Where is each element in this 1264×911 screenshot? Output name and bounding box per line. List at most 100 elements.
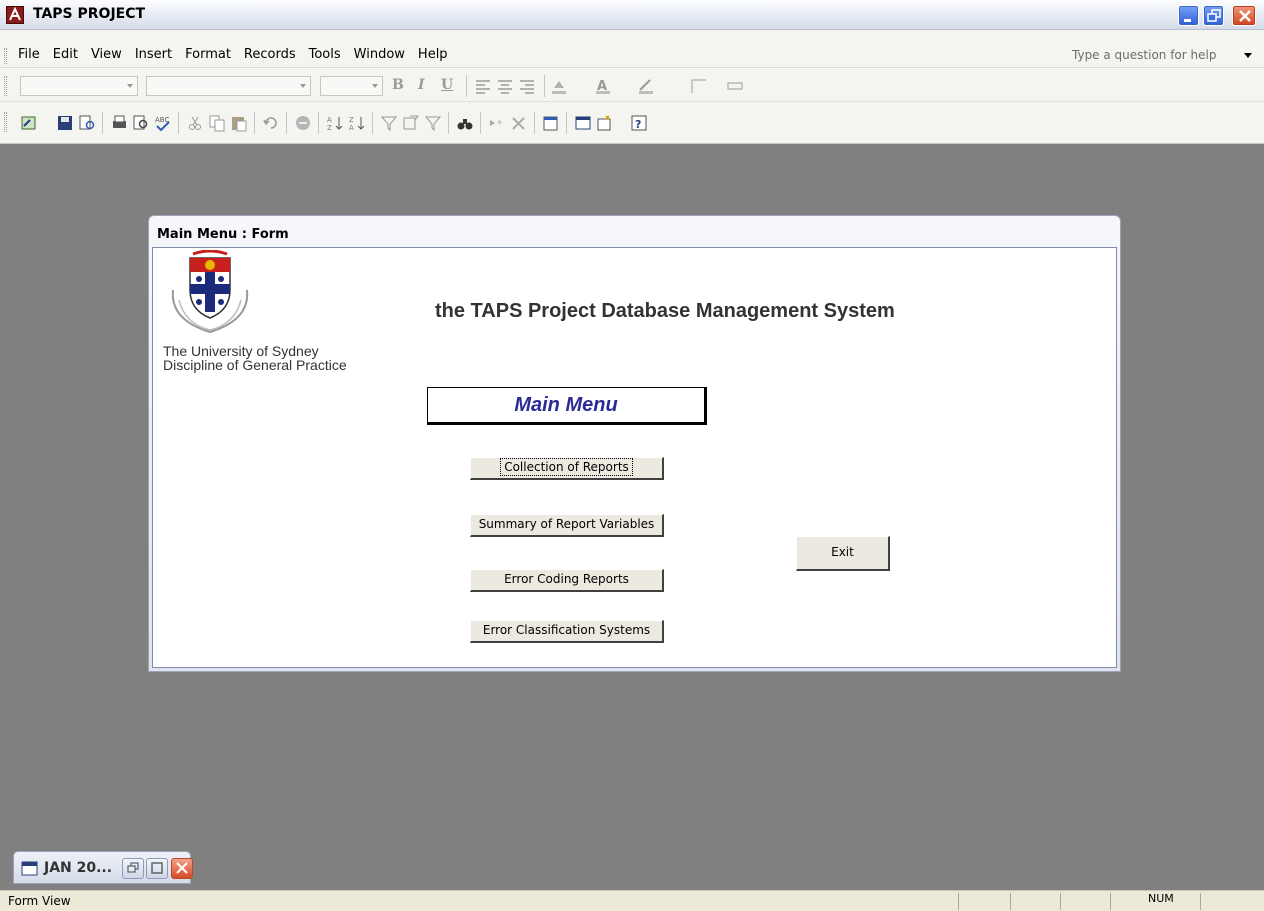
window-title: TAPS PROJECT — [33, 6, 146, 22]
status-divider — [1200, 893, 1201, 910]
cut-icon[interactable] — [186, 114, 204, 132]
database-window-icon[interactable] — [574, 114, 592, 132]
filter-by-selection-icon[interactable] — [380, 114, 398, 132]
menu-edit[interactable]: Edit — [53, 47, 78, 62]
minimize-button[interactable] — [1178, 5, 1199, 26]
status-divider — [1010, 893, 1011, 910]
menubar-grip[interactable] — [4, 48, 7, 64]
status-divider — [958, 893, 959, 910]
chevron-down-icon[interactable] — [123, 77, 137, 95]
restore-button[interactable] — [122, 858, 144, 879]
toolbar-separator — [318, 112, 319, 134]
close-button[interactable] — [1232, 5, 1256, 26]
toolbar-grip[interactable] — [4, 112, 7, 132]
toolbar-grip[interactable] — [4, 76, 7, 96]
num-lock-indicator: NUM — [1148, 892, 1174, 905]
standard-toolbar: ABC AZ ZA * ? — [0, 102, 1264, 144]
border-width-icon[interactable] — [690, 77, 708, 95]
new-object-icon[interactable] — [596, 114, 614, 132]
maximize-button[interactable] — [146, 858, 168, 879]
minimized-database-window[interactable]: JAN 20... — [13, 851, 193, 884]
menubar-background — [0, 30, 1264, 44]
bold-icon[interactable]: B — [392, 77, 404, 93]
line-color-icon[interactable] — [637, 77, 655, 95]
toolbar-separator — [372, 112, 373, 134]
toolbar-separator — [178, 112, 179, 134]
access-app-icon[interactable] — [6, 6, 24, 24]
toolbar-separator — [566, 112, 567, 134]
restore-button[interactable] — [1203, 5, 1224, 26]
align-right-icon[interactable] — [518, 78, 536, 96]
new-record-icon[interactable]: * — [488, 114, 506, 132]
menu-help[interactable]: Help — [418, 47, 448, 62]
toolbar-separator — [480, 112, 481, 134]
chevron-down-icon[interactable] — [368, 77, 382, 95]
summary-of-report-variables-button[interactable]: Summary of Report Variables — [470, 514, 664, 537]
menu-format[interactable]: Format — [185, 47, 231, 62]
special-effect-icon[interactable] — [726, 77, 744, 95]
menu-items: File Edit View Insert Format Records Too… — [18, 47, 461, 62]
print-preview-icon[interactable] — [132, 114, 150, 132]
status-divider — [1110, 893, 1111, 910]
sort-descending-icon[interactable]: ZA — [348, 114, 366, 132]
help-placeholder: Type a question for help — [1072, 48, 1217, 62]
delete-record-icon[interactable] — [510, 114, 528, 132]
discipline-name: Discipline of General Practice — [163, 357, 347, 373]
view-icon[interactable] — [20, 114, 38, 132]
menu-file[interactable]: File — [18, 47, 40, 62]
toolbar-separator — [544, 75, 545, 97]
chevron-down-icon[interactable] — [296, 77, 310, 95]
menu-window[interactable]: Window — [354, 47, 405, 62]
status-bar: Form View NUM — [0, 890, 1264, 911]
form-window-title: Main Menu : Form — [157, 227, 289, 242]
button-label: Error Coding Reports — [504, 572, 629, 586]
menu-tools[interactable]: Tools — [309, 47, 341, 62]
apply-filter-icon[interactable] — [424, 114, 442, 132]
menu-view[interactable]: View — [91, 47, 122, 62]
svg-text:A: A — [327, 116, 332, 124]
properties-icon[interactable] — [542, 114, 560, 132]
minimized-window-title: JAN 20... — [44, 860, 113, 876]
help-dropdown-icon[interactable] — [1244, 53, 1252, 58]
exit-button[interactable]: Exit — [796, 536, 890, 571]
error-coding-reports-button[interactable]: Error Coding Reports — [470, 569, 664, 592]
menu-records[interactable]: Records — [244, 47, 296, 62]
font-color-icon[interactable]: A — [594, 77, 612, 95]
toolbar-separator — [286, 112, 287, 134]
status-mode: Form View — [8, 894, 71, 908]
svg-text:?: ? — [635, 118, 641, 131]
status-divider — [1060, 893, 1061, 910]
italic-icon[interactable]: I — [418, 77, 425, 93]
print-icon[interactable] — [110, 114, 128, 132]
menu-insert[interactable]: Insert — [135, 47, 172, 62]
main-menu-form-window: Main Menu : Form The University of Sydne… — [148, 215, 1121, 672]
save-icon[interactable] — [56, 114, 74, 132]
find-icon[interactable] — [456, 114, 474, 132]
undo-icon[interactable] — [262, 114, 280, 132]
font-combo[interactable] — [146, 76, 311, 96]
university-crest-logo — [171, 250, 249, 334]
filter-by-form-icon[interactable] — [402, 114, 420, 132]
svg-text:Z: Z — [327, 124, 332, 132]
fill-color-icon[interactable] — [550, 77, 568, 95]
paste-icon[interactable] — [230, 114, 248, 132]
help-question-box[interactable]: Type a question for help — [1068, 46, 1256, 66]
underline-icon[interactable]: U — [441, 77, 453, 93]
align-left-icon[interactable] — [474, 78, 492, 96]
spelling-icon[interactable]: ABC — [154, 114, 172, 132]
form-body: The University of Sydney Discipline of G… — [152, 247, 1117, 668]
copy-icon[interactable] — [208, 114, 226, 132]
collection-of-reports-button[interactable]: Collection of Reports — [470, 457, 664, 480]
help-icon[interactable]: ? — [630, 114, 648, 132]
align-center-icon[interactable] — [496, 78, 514, 96]
hyperlink-icon[interactable] — [294, 114, 312, 132]
font-size-combo[interactable] — [320, 76, 383, 96]
toolbar-separator — [466, 75, 467, 97]
error-classification-systems-button[interactable]: Error Classification Systems — [470, 620, 664, 643]
sort-ascending-icon[interactable]: AZ — [326, 114, 344, 132]
file-search-icon[interactable] — [78, 114, 96, 132]
close-button[interactable] — [171, 858, 193, 879]
button-label: Error Classification Systems — [482, 623, 651, 637]
svg-text:*: * — [497, 119, 502, 130]
object-combo[interactable] — [20, 76, 138, 96]
